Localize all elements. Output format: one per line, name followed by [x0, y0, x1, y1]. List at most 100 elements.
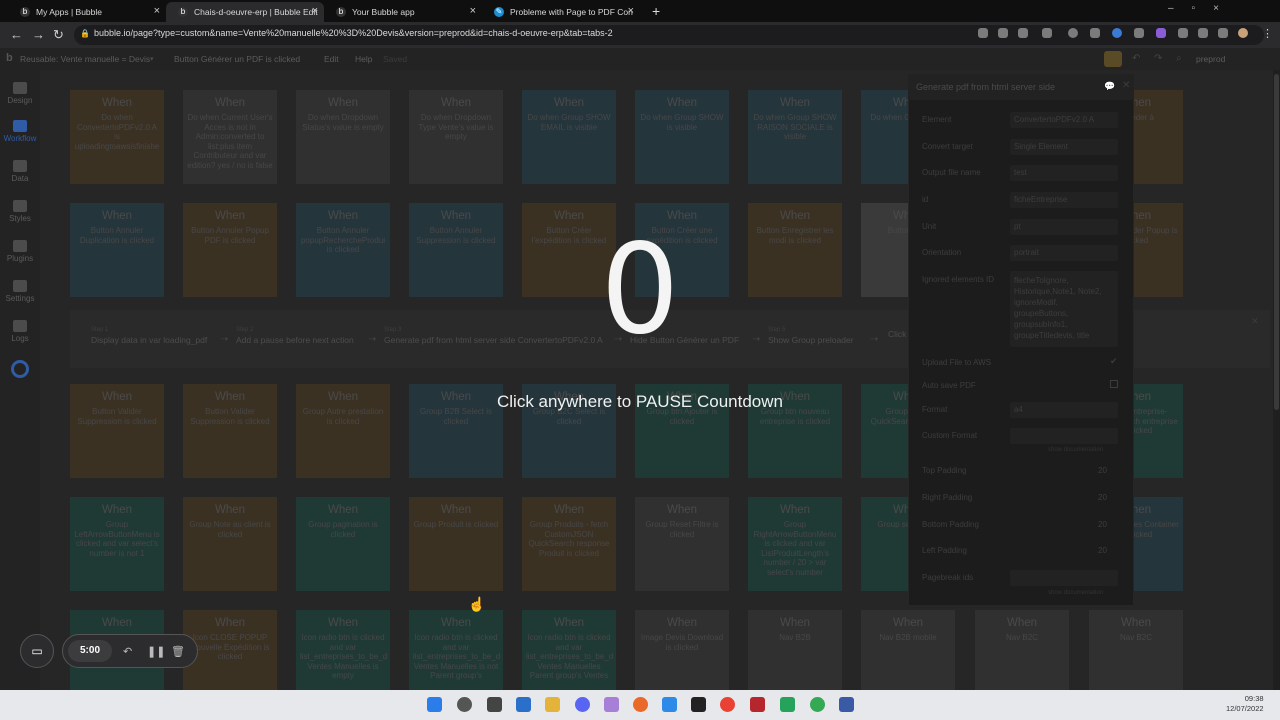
upgrade-icon[interactable]: [1104, 51, 1122, 67]
tab-editor[interactable]: b Chais-d-oeuvre-erp | Bubble Edit ×: [166, 2, 324, 22]
reload-icon[interactable]: ↻: [53, 27, 64, 43]
workflow-event-card[interactable]: When Button Annuler popupRechercheProdui …: [296, 203, 390, 297]
show-documentation-link[interactable]: show documentation: [1048, 447, 1103, 453]
workflow-event-card[interactable]: When Group LeftArrowButtonMenu is clicked…: [70, 497, 164, 591]
extension-icon[interactable]: [978, 28, 988, 38]
app-icon[interactable]: [750, 697, 765, 712]
search-icon[interactable]: ⌕: [1176, 53, 1182, 64]
menu-help[interactable]: Help: [355, 54, 372, 64]
system-clock[interactable]: 09:38 12/07/2022: [1226, 694, 1264, 714]
prop-value[interactable]: 20: [1098, 493, 1107, 502]
extension-icon[interactable]: [1112, 28, 1122, 38]
mail-icon[interactable]: [516, 697, 531, 712]
extension-icon[interactable]: [1068, 28, 1078, 38]
task-view-icon[interactable]: [487, 697, 502, 712]
avatar[interactable]: [1238, 28, 1248, 38]
tab-my-apps[interactable]: b My Apps | Bubble ×: [8, 2, 166, 22]
search-icon[interactable]: [457, 697, 472, 712]
bubble-logo-icon[interactable]: b: [6, 52, 13, 64]
workflow-event-card[interactable]: When Group Note au client is clicked: [183, 497, 277, 591]
workflow-event-card[interactable]: When Do when Dropdown Status's value is e…: [296, 90, 390, 184]
checkbox[interactable]: [1110, 380, 1118, 388]
scrollbar-thumb[interactable]: [1274, 74, 1279, 410]
workflow-step[interactable]: Step 2 Add a pause before next action: [236, 327, 354, 345]
sidepanel-icon[interactable]: [1218, 28, 1228, 38]
vscode-icon[interactable]: [662, 697, 677, 712]
camera-icon[interactable]: ▭: [20, 634, 54, 668]
extension-icon[interactable]: [1134, 28, 1144, 38]
sidebar-item-settings[interactable]: Settings: [0, 280, 40, 303]
workflow-event-card[interactable]: When Group Autre prestation is clicked: [296, 384, 390, 478]
app-icon[interactable]: [839, 697, 854, 712]
comment-icon[interactable]: 💬: [1104, 81, 1115, 92]
workflow-step[interactable]: Click: [888, 327, 906, 339]
workflow-event-card[interactable]: When Button Annuler Popup PDF is clicked: [183, 203, 277, 297]
extension-icon[interactable]: [998, 28, 1008, 38]
workflow-step[interactable]: Step 5 Show Group preloader: [768, 327, 854, 345]
workflow-event-card[interactable]: When Button Valider Suppression is clicke…: [183, 384, 277, 478]
workflow-event-card[interactable]: When Icon radio btn is clicked and var li…: [296, 610, 390, 690]
prop-value[interactable]: 20: [1098, 546, 1107, 555]
workflow-event-card[interactable]: When Button Annuler Duplication is clicke…: [70, 203, 164, 297]
terminal-icon[interactable]: [691, 697, 706, 712]
sidebar-item-styles[interactable]: Styles: [0, 200, 40, 223]
version-selector[interactable]: preprod: [1196, 54, 1225, 64]
extension-icon[interactable]: [1018, 28, 1028, 38]
workflow-event-card[interactable]: When Image Devis Download is clicked: [635, 610, 729, 690]
app-icon[interactable]: [780, 697, 795, 712]
workflow-event-card[interactable]: When Icon radio btn is clicked and var li…: [522, 610, 616, 690]
workflow-event-card[interactable]: When Do when Group SHOW is visible: [635, 90, 729, 184]
countdown-number[interactable]: 0: [540, 220, 740, 360]
pause-icon[interactable]: ❚❚: [147, 645, 165, 658]
workflow-step[interactable]: Step 1 Display data in var loading_pdf: [91, 327, 207, 345]
sidebar-item-logs[interactable]: Logs: [0, 320, 40, 343]
extension-icon[interactable]: [1198, 28, 1208, 38]
workflow-event-card[interactable]: When Do when Group SHOW EMAIL is visible: [522, 90, 616, 184]
close-icon[interactable]: ×: [628, 5, 634, 17]
menu-icon[interactable]: ⋮: [1262, 27, 1273, 40]
workflow-event-card[interactable]: When Do when Group SHOW RAISON SOCIALE is…: [748, 90, 842, 184]
pause-countdown-message[interactable]: Click anywhere to PAUSE Countdown: [390, 392, 890, 412]
workflow-event-card[interactable]: When Button Valider Suppression is clicke…: [70, 384, 164, 478]
trash-icon[interactable]: 🗑: [171, 645, 185, 658]
close-icon[interactable]: ×: [154, 5, 160, 17]
menu-edit[interactable]: Edit: [324, 54, 339, 64]
workflow-event-card[interactable]: When Nav B2B mobile: [861, 610, 955, 690]
reusable-selector[interactable]: Reusable: Vente manuelle = Devis: [20, 54, 150, 64]
back-icon[interactable]: ←: [10, 27, 23, 42]
workflow-event-card[interactable]: When Do when ConvertertoPDFv2.0 A is uplo…: [70, 90, 164, 184]
workflow-event-card[interactable]: When Group pagination is clicked: [296, 497, 390, 591]
workflow-event-card[interactable]: When Button Enregistrer les modi is click…: [748, 203, 842, 297]
workflow-event-card[interactable]: When Nav B2C: [975, 610, 1069, 690]
folder-icon[interactable]: [545, 697, 560, 712]
sidebar-item-design[interactable]: Design: [0, 82, 40, 105]
workflow-event-card[interactable]: When Button Annuler Suppression is clicke…: [409, 203, 503, 297]
chevron-down-icon[interactable]: ▾: [150, 55, 154, 63]
chrome-icon[interactable]: [720, 697, 735, 712]
tab-your-app[interactable]: b Your Bubble app ×: [324, 2, 482, 22]
workflow-event-card[interactable]: When Group Produit is clicked: [409, 497, 503, 591]
restart-icon[interactable]: ↶: [123, 645, 132, 658]
workflow-event-card[interactable]: When Do when Dropdown Type Vente's value …: [409, 90, 503, 184]
close-icon[interactable]: ✕: [1122, 80, 1130, 91]
sidebar-item-workflow[interactable]: Workflow: [0, 120, 40, 143]
workflow-event-card[interactable]: When Nav B2B: [748, 610, 842, 690]
close-icon[interactable]: ×: [470, 5, 476, 17]
format-dropdown[interactable]: [1010, 402, 1118, 418]
star-icon[interactable]: [1042, 28, 1052, 38]
unit-dropdown[interactable]: [1010, 219, 1118, 235]
firefox-icon[interactable]: [633, 697, 648, 712]
window-controls-icon[interactable]: –▫×: [1168, 3, 1237, 14]
redo-icon[interactable]: ↷: [1154, 53, 1162, 64]
workflow-event-card[interactable]: When Group RightArrowButtonMenu is clicke…: [748, 497, 842, 591]
workflow-event-card[interactable]: When Group Reset Filtre is clicked: [635, 497, 729, 591]
new-tab-icon[interactable]: +: [652, 3, 660, 19]
checkbox-checked-icon[interactable]: ✔: [1110, 356, 1118, 367]
sidebar-item-data[interactable]: Data: [0, 160, 40, 183]
workflow-event-card[interactable]: When Do when Current User's Acces is not …: [183, 90, 277, 184]
close-icon[interactable]: ×: [312, 5, 318, 17]
tab-forum[interactable]: ✎ Probleme with Page to PDF Con ×: [482, 2, 640, 22]
sidebar-item-plugins[interactable]: Plugins: [0, 240, 40, 263]
pagebreak-ids-input[interactable]: [1010, 570, 1118, 586]
prop-value[interactable]: 20: [1098, 466, 1107, 475]
